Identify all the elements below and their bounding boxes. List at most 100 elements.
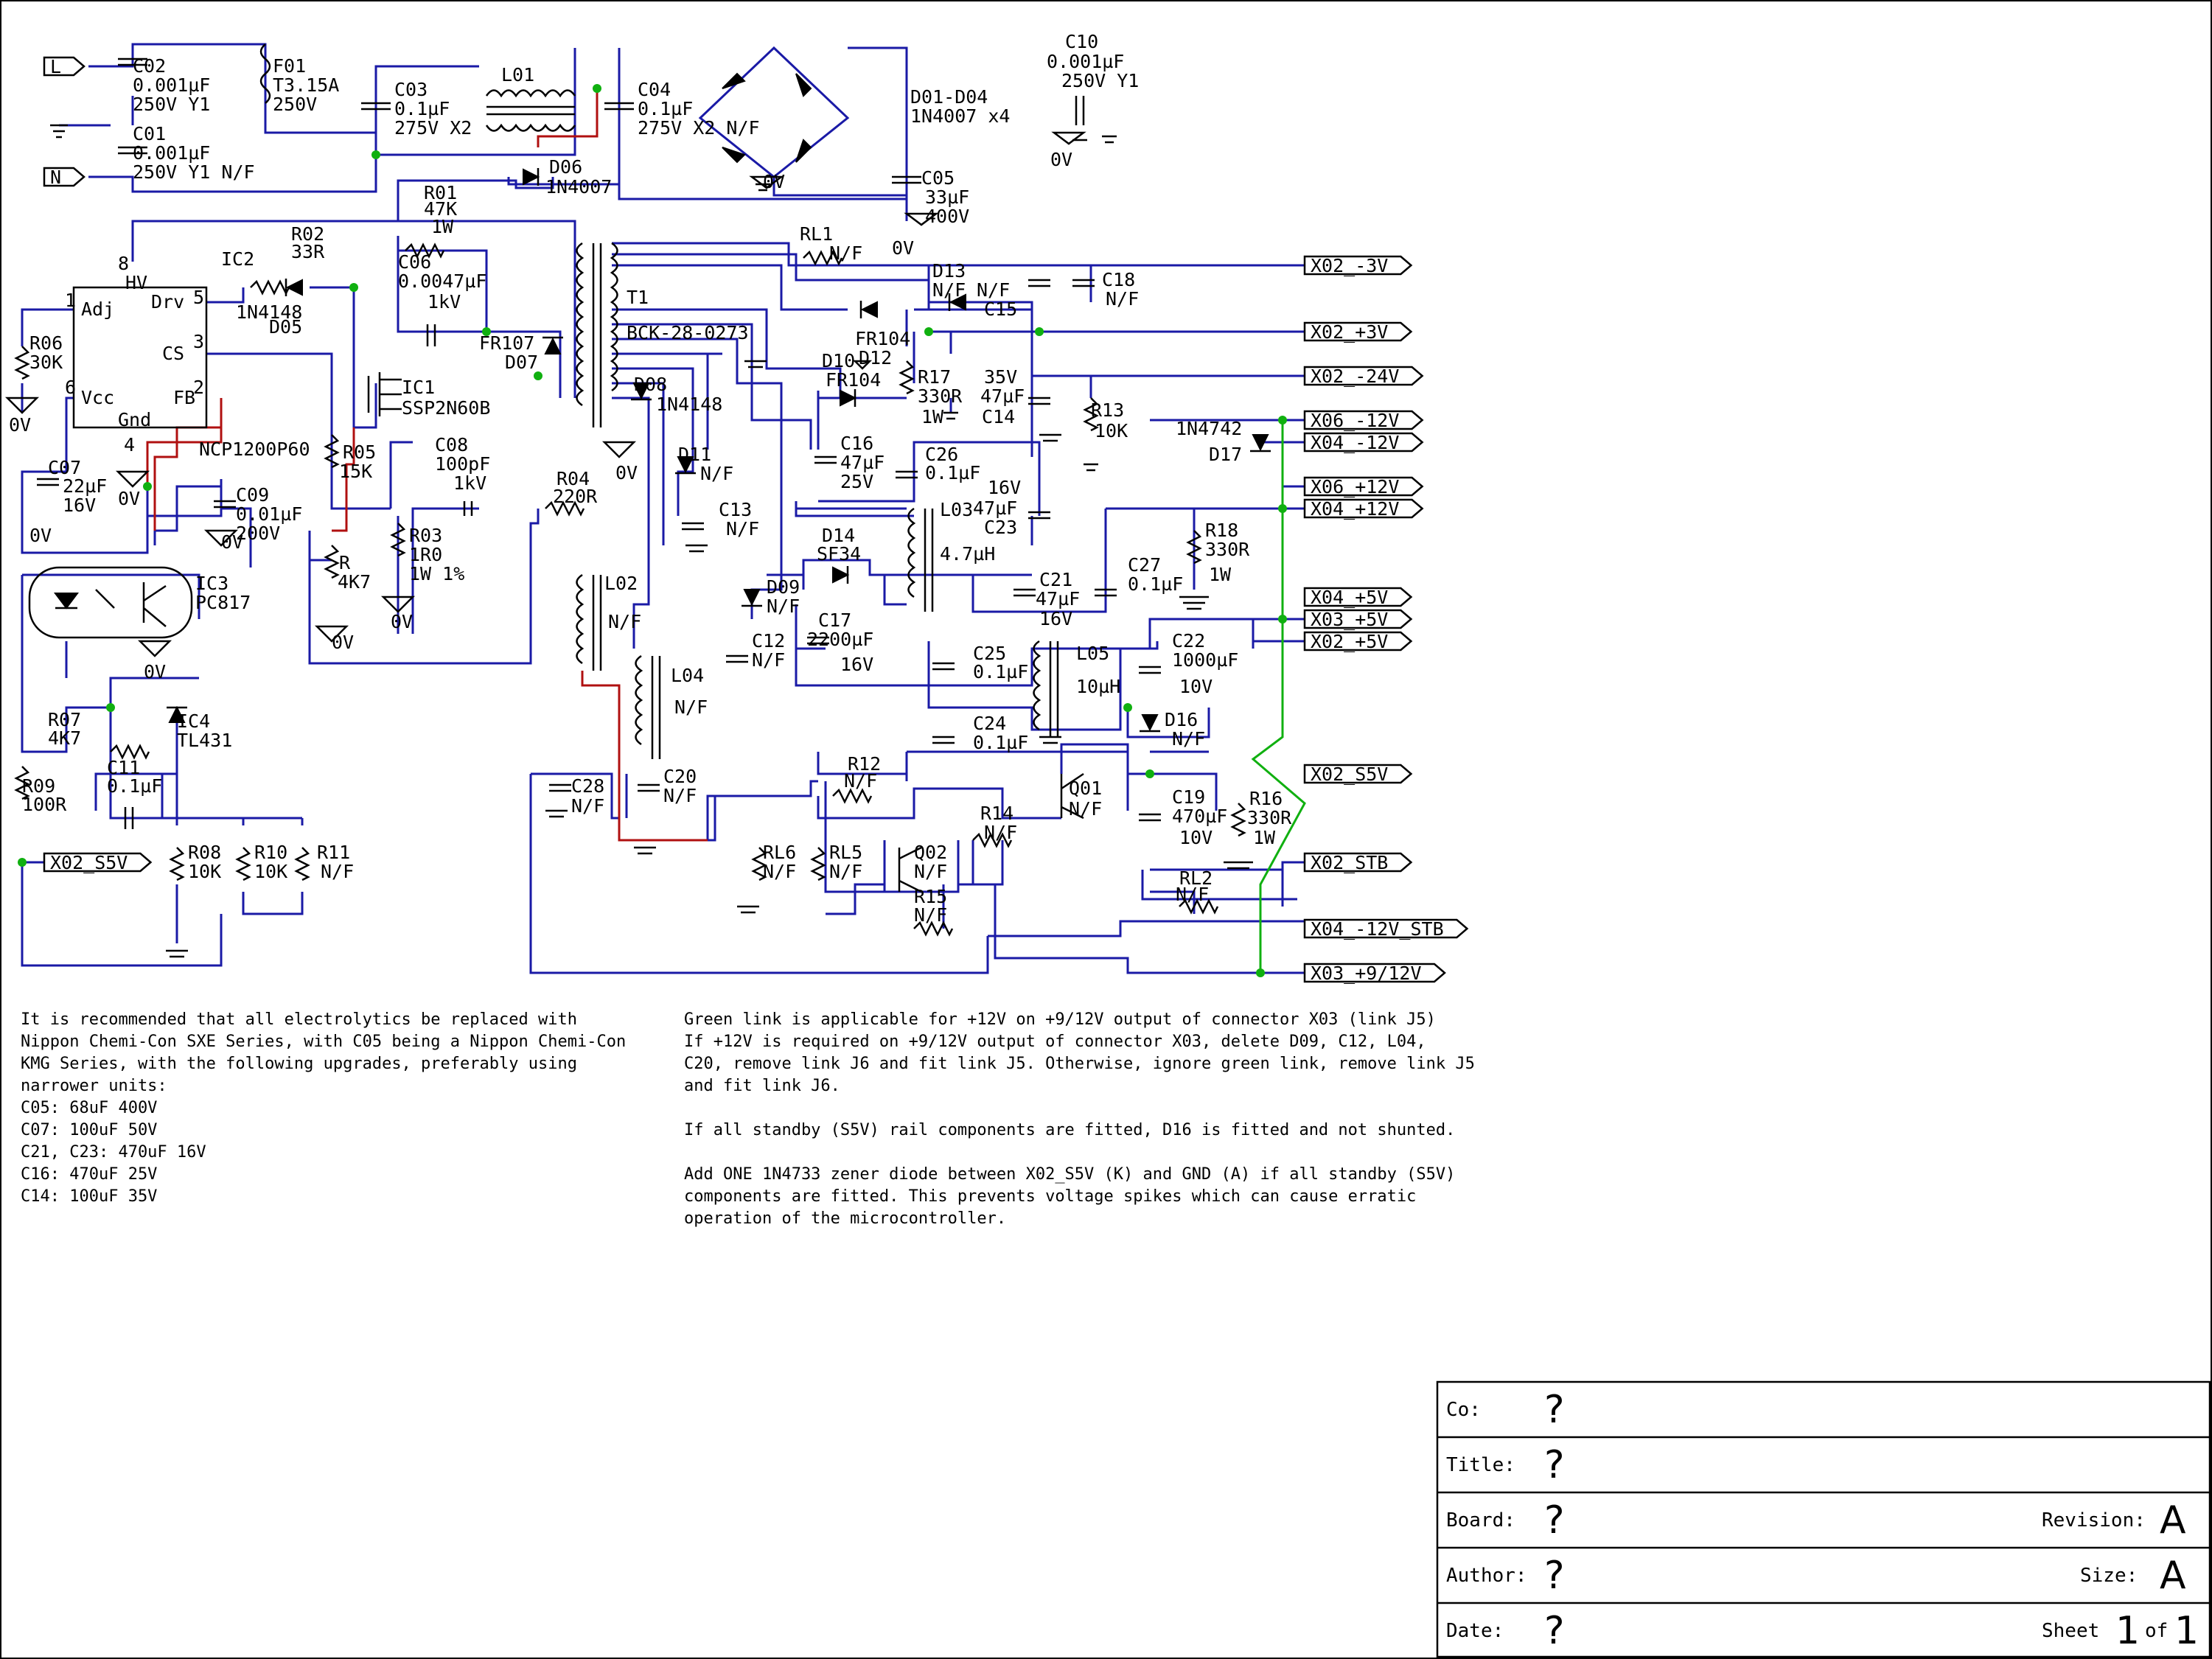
component-label: 0.001µF xyxy=(133,142,210,164)
component-label: N/F xyxy=(1106,288,1139,310)
component-label: 6 xyxy=(65,377,76,398)
component-label: L03 xyxy=(940,499,973,520)
component-label: C04 xyxy=(638,79,671,100)
component-label: 1W xyxy=(431,216,454,237)
component-label: C12 xyxy=(752,630,785,652)
component-label: 47µF xyxy=(1036,588,1080,610)
net-label-text: X02_+5V xyxy=(1311,631,1388,652)
component-label: 30K xyxy=(29,352,63,373)
component-label: N/F xyxy=(914,861,947,882)
component-label: D17 xyxy=(1209,444,1242,465)
component-label: 1W xyxy=(1209,564,1232,585)
title-value: ? xyxy=(1544,1443,1565,1487)
sheet-total: 1 xyxy=(2174,1609,2199,1653)
revision-label: Revision: xyxy=(2042,1509,2146,1531)
component-label: R16 xyxy=(1249,788,1283,809)
title-label: Title: xyxy=(1446,1454,1515,1476)
component-label: C06 xyxy=(398,251,431,273)
note-line: C21, C23: 470uF 16V xyxy=(21,1143,206,1162)
board-value: ? xyxy=(1544,1498,1565,1543)
component-label: D13 xyxy=(932,260,966,282)
component-label: N/F xyxy=(984,822,1017,843)
component-label: 10K xyxy=(254,861,287,882)
note-line: components are fitted. This prevents vol… xyxy=(684,1187,1416,1206)
component-label: R14 xyxy=(980,803,1013,824)
component-label: L04 xyxy=(671,665,704,686)
component-label: 0.001µF xyxy=(1047,51,1124,72)
component-label: C23 xyxy=(984,517,1017,538)
date-value: ? xyxy=(1544,1609,1565,1653)
sheet-label: Sheet xyxy=(2042,1620,2099,1642)
component-label: 0V xyxy=(29,525,52,546)
component-label: C14 xyxy=(982,406,1015,427)
component-label: D08 xyxy=(634,374,667,395)
component-label: 0V xyxy=(1050,149,1072,170)
component-label: N/F xyxy=(763,861,796,882)
component-label: 0V xyxy=(892,237,914,259)
component-label: NCP1200P60 xyxy=(199,439,310,460)
note-line: Green link is applicable for +12V on +9/… xyxy=(684,1010,1436,1029)
component-label: 275V X2 xyxy=(394,117,472,139)
component-label: N/F xyxy=(932,279,966,301)
component-label: C17 xyxy=(818,610,851,631)
component-label: IC2 xyxy=(221,248,254,270)
note-line: Add ONE 1N4733 zener diode between X02_S… xyxy=(684,1165,1455,1184)
component-label: 0.1µF xyxy=(973,732,1028,753)
component-label: Q01 xyxy=(1069,778,1102,799)
co-value: ? xyxy=(1544,1388,1565,1432)
net-label-text: X02_S5V xyxy=(50,852,128,873)
component-label: F01 xyxy=(273,55,306,77)
component-label: 0.01µF xyxy=(236,503,302,525)
net-label-text: L xyxy=(50,56,61,77)
component-label: 16V xyxy=(63,495,96,516)
component-label: 1W xyxy=(921,406,944,427)
component-label: D09 xyxy=(767,576,800,598)
net-label-text: X02_+3V xyxy=(1311,321,1388,343)
component-label: C22 xyxy=(1172,630,1205,652)
component-label: D06 xyxy=(549,156,582,178)
component-label: C19 xyxy=(1172,786,1205,808)
component-label: R05 xyxy=(343,441,376,463)
component-label: N/F xyxy=(844,770,877,792)
component-label: D12 xyxy=(859,347,892,369)
component-label: 1N4007 x4 xyxy=(910,105,1010,127)
component-label: 1000µF xyxy=(1172,649,1238,671)
component-label: 1R0 xyxy=(409,544,442,565)
component-label: 0V xyxy=(221,531,243,553)
note-line: operation of the microcontroller. xyxy=(684,1209,1006,1228)
note-line: It is recommended that all electrolytics… xyxy=(21,1010,577,1029)
sheet-number: 1 xyxy=(2115,1609,2140,1653)
component-label: 22µF xyxy=(63,475,107,497)
component-label: C03 xyxy=(394,79,428,100)
net-label-text: X02_-24V xyxy=(1311,366,1399,387)
component-label: 10µH xyxy=(1076,676,1120,697)
note-line: and fit link J6. xyxy=(684,1077,840,1095)
component-label: 1 xyxy=(65,290,76,311)
component-label: FR107 xyxy=(479,332,534,354)
component-label: IC3 xyxy=(195,573,228,594)
component-label: 47µF xyxy=(980,385,1025,407)
component-label: N/F xyxy=(571,795,604,817)
component-label: CS xyxy=(162,343,184,364)
component-label: N/F xyxy=(321,861,354,882)
component-label: N/F xyxy=(752,649,785,671)
component-label: 330R xyxy=(1205,539,1250,560)
component-label: N/F xyxy=(1176,884,1209,905)
component-label: R08 xyxy=(188,842,221,863)
component-label: 0.001µF xyxy=(133,74,210,96)
component-label: Gnd xyxy=(118,409,151,430)
component-label: 0.1µF xyxy=(1128,573,1183,595)
schematic-sheet: LNX02_-3VX02_+3VX02_-24VX06_-12VX04_-12V… xyxy=(0,0,2212,1659)
component-label: C09 xyxy=(236,484,269,506)
component-label: IC4 xyxy=(177,710,210,732)
component-label: 0.0047µF xyxy=(398,270,486,292)
net-label-text: X03_+9/12V xyxy=(1311,963,1422,984)
component-label: 250V xyxy=(273,94,317,115)
component-label: 16V xyxy=(988,477,1021,498)
component-label: L02 xyxy=(604,573,638,594)
component-label: T3.15A xyxy=(273,74,339,96)
net-label-text: X04_+12V xyxy=(1311,498,1399,520)
component-label: R17 xyxy=(918,366,951,388)
component-label: FB xyxy=(173,387,195,408)
component-label: R11 xyxy=(317,842,350,863)
